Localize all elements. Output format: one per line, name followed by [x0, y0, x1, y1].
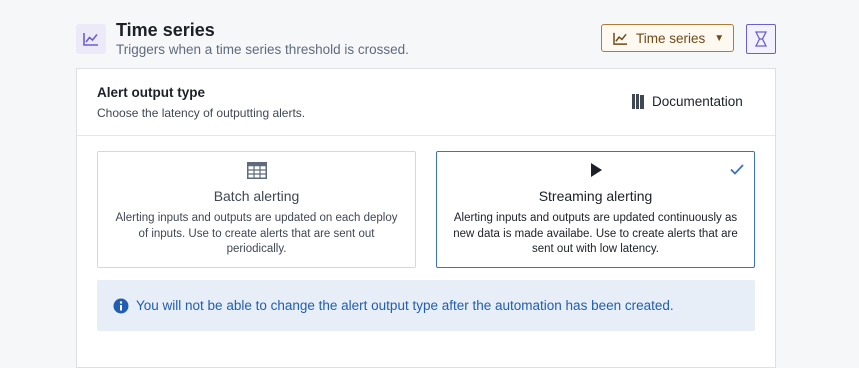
callout-message: You will not be able to change the alert…	[136, 298, 674, 313]
line-chart-icon	[613, 32, 627, 45]
header: Time series Triggers when a time series …	[76, 20, 776, 60]
chevron-down-icon: ▼	[714, 32, 725, 44]
option-description: Alerting inputs and outputs are updated …	[115, 212, 398, 255]
book-icon	[632, 94, 644, 109]
divider	[77, 135, 775, 136]
trigger-type-label: Time series	[636, 30, 706, 46]
info-callout: You will not be able to change the alert…	[97, 280, 755, 331]
streaming-alerting-option[interactable]: Streaming alerting Alerting inputs and o…	[436, 151, 755, 268]
hexagon-button[interactable]	[746, 24, 776, 54]
info-icon	[113, 298, 129, 313]
section-subtitle: Choose the latency of outputting alerts.	[97, 106, 306, 120]
section-title: Alert output type	[97, 85, 205, 100]
page-title: Time series	[116, 20, 215, 40]
batch-alerting-option[interactable]: Batch alerting Alerting inputs and outpu…	[97, 151, 416, 268]
play-icon	[590, 163, 602, 177]
hexagon-icon	[754, 31, 768, 47]
option-description: Alerting inputs and outputs are updated …	[453, 212, 738, 255]
page-subtitle: Triggers when a time series threshold is…	[116, 42, 409, 57]
documentation-link[interactable]: Documentation	[632, 94, 743, 109]
checkmark-icon	[730, 162, 744, 180]
trigger-type-dropdown[interactable]: Time series ▼	[601, 24, 734, 52]
documentation-label: Documentation	[652, 94, 743, 109]
alert-output-panel: Alert output type Choose the latency of …	[76, 68, 776, 368]
line-chart-icon	[76, 24, 106, 54]
option-title: Batch alerting	[213, 188, 300, 204]
option-title: Streaming alerting	[538, 188, 653, 204]
table-icon	[246, 162, 267, 179]
